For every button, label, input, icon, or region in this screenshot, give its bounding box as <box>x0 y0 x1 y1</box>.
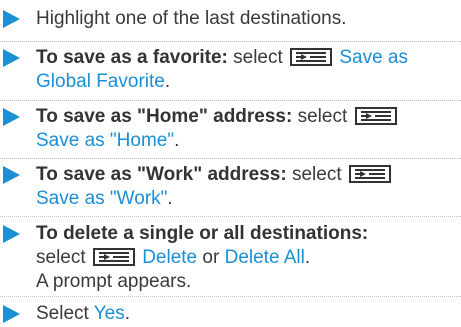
save-as-home-action: Save as "Home" <box>36 130 175 151</box>
select-word: select <box>36 247 86 268</box>
save-as-global-favorite-action: Save as <box>339 47 408 68</box>
period: . <box>167 188 173 209</box>
list-menu-icon <box>92 248 135 266</box>
step-select-yes: Select Yes. <box>0 297 461 327</box>
period: . <box>164 71 171 92</box>
bullet-arrow-icon <box>3 10 20 28</box>
select-prefix: Select <box>36 303 89 324</box>
step-line: To delete a single or all destinations: <box>36 222 461 246</box>
list-menu-icon <box>348 165 391 183</box>
step-heading: To save as "Work" address: <box>36 164 287 185</box>
step-line: Save as "Home". <box>36 129 461 153</box>
step-line: To save as a favorite: select Save as <box>36 46 461 70</box>
step-heading: To delete a single or all destinations: <box>36 223 369 244</box>
bullet-arrow-icon <box>3 305 20 323</box>
bullet-arrow-icon <box>3 166 20 184</box>
select-word: select <box>291 164 342 185</box>
step-note: A prompt appears. <box>36 271 192 292</box>
list-menu-icon <box>290 48 333 66</box>
list-menu-icon <box>354 107 397 125</box>
step-line: select Delete or Delete All. <box>36 246 461 270</box>
step-line: Select Yes. <box>36 302 461 326</box>
step-highlight-destination: Highlight one of the last destinations. <box>0 0 461 42</box>
step-text: Highlight one of the last destinations. <box>36 8 347 29</box>
step-heading: To save as "Home" address: <box>36 106 293 127</box>
step-line: Save as "Work". <box>36 187 461 211</box>
period: . <box>124 303 131 324</box>
step-delete-destinations: To delete a single or all destinations: … <box>0 217 461 297</box>
step-line: Global Favorite. <box>36 70 461 94</box>
bullet-arrow-icon <box>3 225 20 243</box>
step-save-favorite: To save as a favorite: select Save as Gl… <box>0 42 461 101</box>
select-word: select <box>297 106 348 127</box>
period: . <box>174 130 180 151</box>
save-as-work-action: Save as "Work" <box>36 188 168 209</box>
action-continuation: Global Favorite <box>36 71 165 92</box>
delete-all-action: Delete All <box>224 247 305 268</box>
select-word: select <box>233 47 283 68</box>
period: . <box>304 247 311 268</box>
or-word: or <box>202 247 220 268</box>
step-line: To save as "Home" address: select <box>36 105 461 129</box>
step-heading: To save as a favorite: <box>36 47 228 68</box>
step-save-work: To save as "Work" address: select Save a… <box>0 159 461 217</box>
instruction-steps: Highlight one of the last destinations. … <box>0 0 461 327</box>
step-save-home: To save as "Home" address: select Save a… <box>0 101 461 159</box>
yes-action: Yes <box>93 303 125 324</box>
delete-action: Delete <box>142 247 198 268</box>
bullet-arrow-icon <box>3 49 20 67</box>
bullet-arrow-icon <box>3 108 20 126</box>
step-line: To save as "Work" address: select <box>36 163 461 187</box>
